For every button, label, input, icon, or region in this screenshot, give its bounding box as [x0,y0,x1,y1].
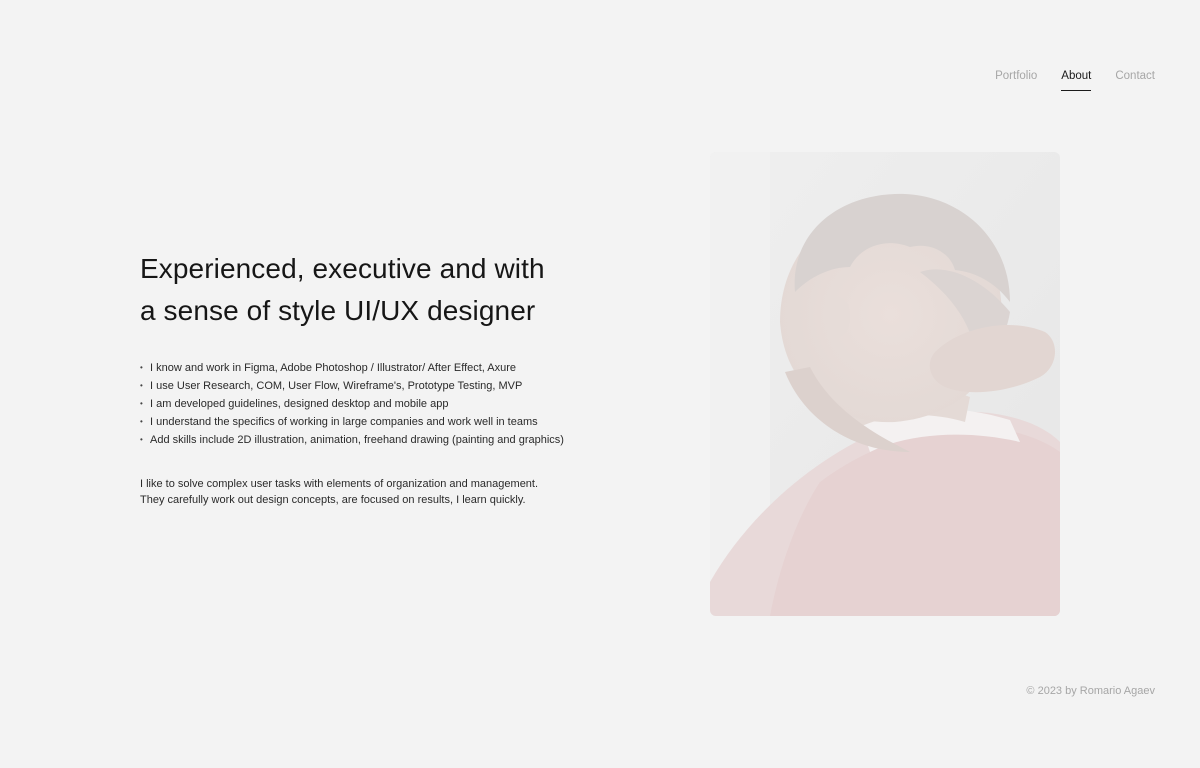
skill-item: Add skills include 2D illustration, anim… [140,432,580,448]
top-nav: Portfolio About Contact [995,68,1155,91]
headline-line-1: Experienced, executive and with [140,253,545,284]
portrait-illustration [710,152,1060,616]
skill-item: I use User Research, COM, User Flow, Wir… [140,378,580,394]
skill-item: I know and work in Figma, Adobe Photosho… [140,360,580,376]
headline-line-2: a sense of style UI/UX designer [140,295,536,326]
skill-item: I understand the specifics of working in… [140,414,580,430]
skills-list: I know and work in Figma, Adobe Photosho… [140,360,580,448]
footer-copyright: © 2023 by Romario Agaev [1026,685,1155,697]
page-headline: Experienced, executive and with a sense … [140,248,580,332]
bio-line-2: They carefully work out design concepts,… [140,494,526,506]
bio-paragraph: I like to solve complex user tasks with … [140,476,580,508]
nav-portfolio[interactable]: Portfolio [995,68,1037,90]
nav-about[interactable]: About [1061,68,1092,91]
about-content: Experienced, executive and with a sense … [140,248,580,508]
page: Portfolio About Contact Experienced, exe… [0,0,1200,768]
skill-item: I am developed guidelines, designed desk… [140,396,580,412]
bio-line-1: I like to solve complex user tasks with … [140,478,539,490]
nav-contact[interactable]: Contact [1115,68,1155,90]
portrait-photo [710,152,1060,616]
